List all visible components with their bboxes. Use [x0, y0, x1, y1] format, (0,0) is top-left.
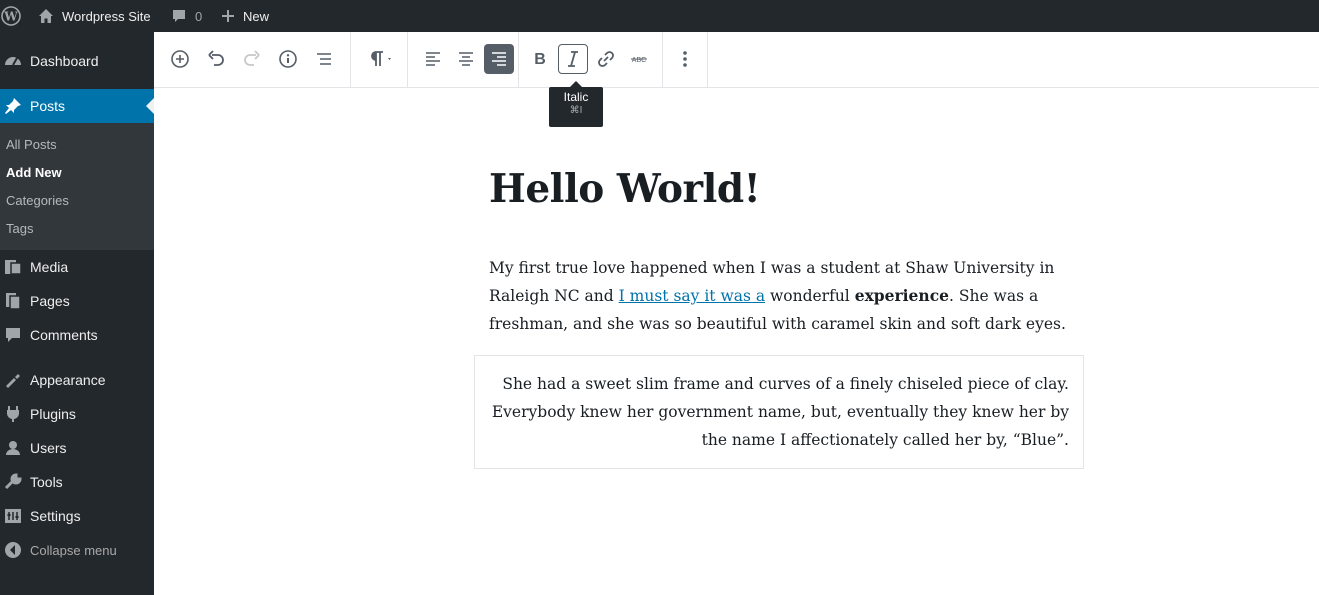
plus-icon: [221, 9, 235, 23]
menu-comments-label: Comments: [30, 327, 98, 343]
svg-text:B: B: [534, 51, 546, 68]
settings-icon: [3, 506, 23, 526]
collapse-arrow-icon: [3, 540, 23, 560]
redo-icon: [242, 49, 262, 69]
menu-tools[interactable]: Tools: [0, 465, 154, 499]
info-icon: [278, 49, 298, 69]
tools-icon: [3, 472, 23, 492]
menu-users-label: Users: [30, 440, 67, 456]
new-content-link[interactable]: New: [221, 0, 269, 32]
vertical-ellipsis-icon: [675, 49, 695, 69]
menu-tools-label: Tools: [30, 474, 63, 490]
paragraph-icon: [365, 49, 393, 69]
pin-icon: [3, 96, 23, 116]
editor-toolbar: B ABC: [154, 32, 1319, 88]
block-navigation-button[interactable]: [309, 44, 339, 74]
strikethrough-button[interactable]: ABC: [624, 44, 654, 74]
menu-settings-label: Settings: [30, 508, 81, 524]
paragraph-link[interactable]: I must say it was a: [619, 287, 765, 305]
submenu-add-new[interactable]: Add New: [6, 165, 62, 180]
plugins-icon: [3, 404, 23, 424]
admin-sidebar: Dashboard Posts All Posts Add New Catego…: [0, 32, 154, 595]
appearance-icon: [3, 370, 23, 390]
italic-button[interactable]: [558, 44, 588, 74]
admin-bar: W Wordpress Site 0 New: [0, 0, 1319, 32]
add-block-button[interactable]: [165, 44, 195, 74]
italic-tooltip: Italic ⌘I: [549, 81, 603, 127]
bold-icon: B: [530, 49, 550, 69]
pages-icon: [3, 291, 23, 311]
block-type-switcher[interactable]: [361, 44, 397, 74]
post-title[interactable]: Hello World!: [489, 166, 761, 212]
align-left-button[interactable]: [418, 44, 448, 74]
svg-text:W: W: [3, 10, 18, 24]
link-button[interactable]: [591, 44, 621, 74]
collapse-menu-label: Collapse menu: [30, 542, 117, 558]
undo-button[interactable]: [201, 44, 231, 74]
menu-media-label: Media: [30, 259, 69, 275]
menu-settings[interactable]: Settings: [0, 499, 154, 533]
info-button[interactable]: [273, 44, 303, 74]
wordpress-logo-icon[interactable]: W: [1, 0, 21, 32]
menu-dashboard-label: Dashboard: [30, 53, 99, 69]
svg-text:ABC: ABC: [632, 57, 646, 64]
redo-button[interactable]: [237, 44, 267, 74]
menu-media[interactable]: Media: [0, 250, 154, 284]
menu-posts-label: Posts: [30, 98, 66, 114]
comments-count: 0: [195, 8, 203, 24]
submenu-categories[interactable]: Categories: [6, 193, 69, 208]
submenu-tags[interactable]: Tags: [6, 221, 33, 236]
site-home-link[interactable]: Wordpress Site: [38, 0, 151, 32]
strikethrough-icon: ABC: [629, 49, 649, 69]
menu-appearance[interactable]: Appearance: [0, 363, 154, 397]
right-aligned-paragraph-block[interactable]: She had a sweet slim frame and curves of…: [489, 370, 1069, 454]
tooltip-label: Italic: [563, 90, 589, 104]
link-icon: [596, 49, 616, 69]
new-label: New: [243, 8, 270, 24]
menu-comments[interactable]: Comments: [0, 318, 154, 352]
site-name: Wordpress Site: [62, 8, 151, 24]
toolbar-group-alignment: [408, 32, 519, 88]
plus-circle-icon: [170, 49, 190, 69]
collapse-menu-button[interactable]: Collapse menu: [0, 533, 154, 567]
italic-icon: [563, 49, 583, 69]
menu-pages[interactable]: Pages: [0, 284, 154, 318]
media-icon: [3, 257, 23, 277]
toolbar-group-document: [154, 32, 351, 88]
posts-submenu: All Posts Add New Categories Tags: [0, 123, 154, 250]
menu-posts[interactable]: Posts: [0, 89, 154, 123]
toolbar-group-more: [663, 32, 708, 88]
menu-dashboard[interactable]: Dashboard: [0, 44, 154, 78]
align-right-button[interactable]: [484, 44, 514, 74]
more-options-button[interactable]: [670, 44, 700, 74]
align-center-button[interactable]: [451, 44, 481, 74]
paragraph-block[interactable]: My first true love happened when I was a…: [489, 254, 1069, 338]
menu-pages-label: Pages: [30, 293, 70, 309]
toolbar-group-formatting: B ABC: [519, 32, 663, 88]
align-left-icon: [423, 49, 443, 69]
users-icon: [3, 438, 23, 458]
dashboard-icon: [3, 51, 23, 71]
paragraph-text: wonderful: [765, 287, 855, 305]
menu-appearance-label: Appearance: [30, 372, 106, 388]
align-right-icon: [489, 49, 509, 69]
menu-users[interactable]: Users: [0, 431, 154, 465]
list-outline-icon: [314, 49, 334, 69]
tooltip-shortcut: ⌘I: [569, 105, 583, 116]
paragraph-bold-text: experience: [854, 286, 949, 305]
comment-bubble-icon: [171, 8, 187, 24]
home-icon: [38, 8, 54, 24]
comments-icon: [3, 325, 23, 345]
menu-plugins-label: Plugins: [30, 406, 76, 422]
submenu-all-posts[interactable]: All Posts: [6, 137, 57, 152]
comments-link[interactable]: 0: [171, 0, 202, 32]
undo-icon: [206, 49, 226, 69]
menu-plugins[interactable]: Plugins: [0, 397, 154, 431]
toolbar-group-block-type: [351, 32, 408, 88]
align-center-icon: [456, 49, 476, 69]
bold-button[interactable]: B: [525, 44, 555, 74]
